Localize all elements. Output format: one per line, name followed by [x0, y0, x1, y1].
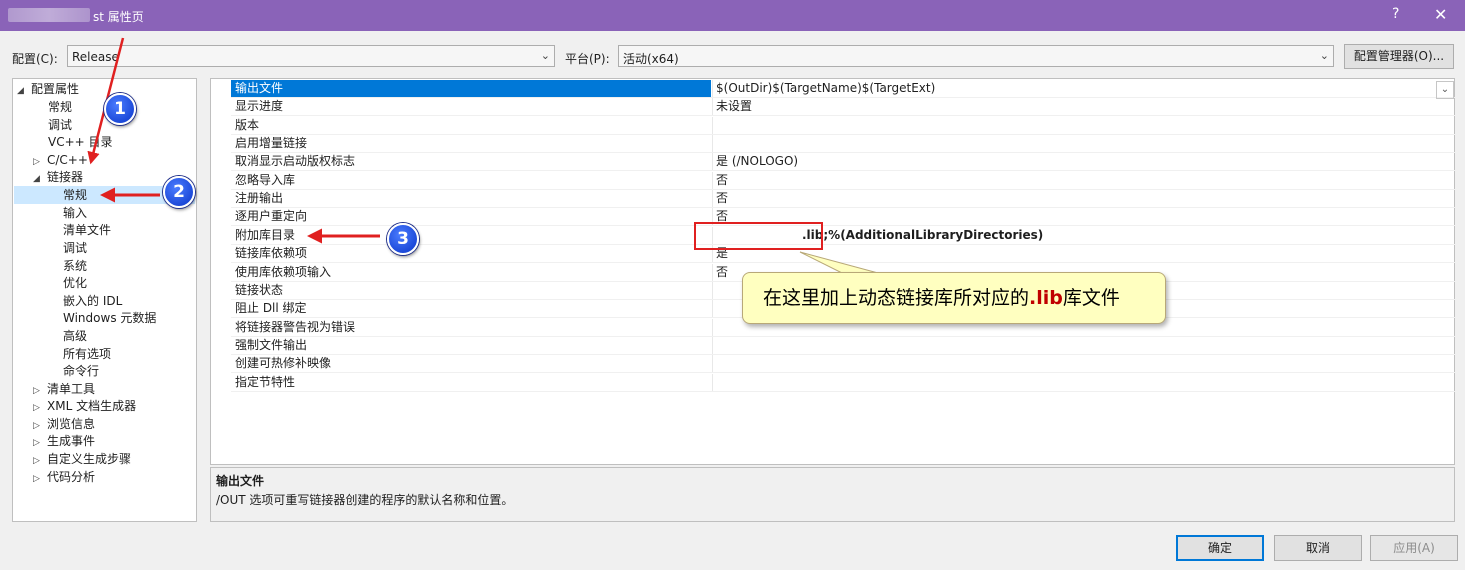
callout-text-end: 库文件 — [1062, 287, 1120, 309]
property-name: 忽略导入库 — [235, 173, 296, 187]
tree-item-linker-debugging[interactable]: 调试 — [63, 239, 87, 257]
property-value[interactable] — [712, 135, 1455, 152]
tree-item-linker-embedded-idl[interactable]: 嵌入的 IDL — [63, 292, 122, 310]
chevron-down-icon: ⌄ — [540, 49, 550, 62]
platform-value: 活动(x64) — [623, 52, 679, 66]
step-1-badge: 1 — [104, 93, 136, 125]
chevron-down-icon[interactable]: ⌄ — [1436, 81, 1454, 99]
callout-text: 在这里加上动态链接库所对应的 — [763, 287, 1030, 309]
property-value[interactable]: 未设置 — [712, 98, 1455, 115]
grid-row-show-progress[interactable]: 显示进度 未设置 — [231, 98, 1455, 116]
property-value[interactable]: 是 — [712, 245, 1455, 262]
property-name: 指定节特性 — [235, 375, 296, 389]
property-name: 启用增量链接 — [235, 136, 308, 150]
property-value[interactable] — [712, 355, 1455, 372]
chevron-down-icon: ⌄ — [1319, 49, 1329, 62]
grid-row-section-attributes[interactable]: 指定节特性 — [231, 374, 1455, 392]
tree-item-manifest-tool[interactable]: ▷ 清单工具 — [33, 380, 95, 398]
property-name: 创建可热修补映像 — [235, 356, 332, 370]
tree-item-linker-windows-metadata[interactable]: Windows 元数据 — [63, 309, 156, 327]
grid-row-register-output[interactable]: 注册输出 否 — [231, 190, 1455, 208]
tree-item-browse-information[interactable]: ▷ 浏览信息 — [33, 415, 95, 433]
highlight-box — [694, 222, 823, 250]
step-3-badge: 3 — [387, 223, 419, 255]
configuration-bar: 配置(C): Release ⌄ 平台(P): 活动(x64) ⌄ 配置管理器(… — [0, 44, 1465, 70]
tree-item-linker-command-line[interactable]: 命令行 — [63, 362, 99, 380]
property-value[interactable] — [712, 374, 1455, 391]
tree-item-linker-system[interactable]: 系统 — [63, 257, 87, 275]
platform-dropdown[interactable]: 活动(x64) ⌄ — [618, 45, 1334, 67]
callout-highlight: .lib — [1029, 287, 1063, 309]
property-value[interactable]: 否 — [712, 208, 1455, 225]
redacted-title-block — [8, 8, 90, 22]
grid-row-output-file[interactable]: 输出文件 $(OutDir)$(TargetName)$(TargetExt) … — [231, 80, 1455, 99]
tree-item-build-events[interactable]: ▷ 生成事件 — [33, 432, 95, 450]
property-name: 阻止 Dll 绑定 — [235, 301, 307, 315]
grid-row-version[interactable]: 版本 — [231, 117, 1455, 135]
description-title: 输出文件 — [216, 474, 265, 488]
tree-item-custom-build-step[interactable]: ▷ 自定义生成步骤 — [33, 450, 131, 468]
tree-item-xml-doc-generator[interactable]: ▷ XML 文档生成器 — [33, 397, 136, 415]
tree-item-general[interactable]: 常规 — [48, 98, 72, 116]
grid-row-force-file-output[interactable]: 强制文件输出 — [231, 337, 1455, 355]
property-name: 输出文件 — [231, 80, 711, 97]
title-bar: st 属性页 ? ✕ — [0, 0, 1465, 31]
config-label: 配置(C): — [12, 52, 58, 66]
tree-item-linker[interactable]: ◢ 链接器 — [33, 168, 83, 186]
property-name: 取消显示启动版权标志 — [235, 154, 356, 168]
property-value[interactable]: 否 — [712, 172, 1455, 189]
grid-row-hotpatchable-image[interactable]: 创建可热修补映像 — [231, 355, 1455, 373]
step-2-badge: 2 — [163, 176, 195, 208]
property-value[interactable] — [712, 337, 1455, 354]
property-name: 使用库依赖项输入 — [235, 265, 332, 279]
close-button[interactable]: ✕ — [1434, 5, 1447, 24]
tree-item-vc-directories[interactable]: VC++ 目录 — [48, 133, 113, 151]
help-button[interactable]: ? — [1392, 6, 1399, 22]
property-name: 强制文件输出 — [235, 338, 308, 352]
tree-item-debugging[interactable]: 调试 — [48, 116, 72, 134]
property-value[interactable]: .lib;%(AdditionalLibraryDirectories) — [712, 227, 1455, 244]
library-directories-value: .lib;%(AdditionalLibraryDirectories) — [802, 228, 1044, 242]
grid-row-incremental-link[interactable]: 启用增量链接 — [231, 135, 1455, 153]
apply-button[interactable]: 应用(A) — [1370, 535, 1458, 561]
collapse-icon[interactable]: ◢ — [17, 82, 31, 100]
grid-row-suppress-banner[interactable]: 取消显示启动版权标志 是 (/NOLOGO) — [231, 153, 1455, 171]
configuration-manager-button[interactable]: 配置管理器(O)... — [1344, 44, 1454, 69]
tree-item-linker-all-options[interactable]: 所有选项 — [63, 345, 111, 363]
tree-item-linker-manifest[interactable]: 清单文件 — [63, 221, 111, 239]
tree-item-c-cpp[interactable]: ▷ C/C++ — [33, 151, 88, 169]
property-name: 显示进度 — [235, 99, 284, 113]
property-value[interactable] — [712, 117, 1455, 134]
property-name: 链接库依赖项 — [235, 246, 308, 260]
tree-item-code-analysis[interactable]: ▷ 代码分析 — [33, 468, 95, 486]
property-name: 将链接器警告视为错误 — [235, 320, 356, 334]
property-tree: ◢ 配置属性 常规 调试 VC++ 目录 ▷ C/C++ ◢ 链接器 常规 输入 清单… — [12, 78, 197, 522]
grid-row-per-user-redirection[interactable]: 逐用户重定向 否 — [231, 208, 1455, 226]
property-value[interactable]: $(OutDir)$(TargetName)$(TargetExt) — [712, 80, 1455, 97]
property-value[interactable]: 是 (/NOLOGO) — [712, 153, 1455, 170]
window-title: st 属性页 — [93, 10, 144, 24]
description-text: /OUT 选项可重写链接器创建的程序的默认名称和位置。 — [216, 493, 514, 507]
callout-note: 在这里加上动态链接库所对应的.lib库文件 — [742, 272, 1166, 324]
tree-item-linker-optimization[interactable]: 优化 — [63, 274, 87, 292]
config-dropdown[interactable]: Release ⌄ — [67, 45, 555, 67]
property-name: 链接状态 — [235, 283, 284, 297]
property-name: 版本 — [235, 118, 260, 132]
property-name: 逐用户重定向 — [235, 209, 308, 223]
expand-icon[interactable]: ▷ — [33, 470, 47, 488]
property-name: 附加库目录 — [235, 228, 296, 242]
property-name: 注册输出 — [235, 191, 284, 205]
property-value[interactable]: 否 — [712, 190, 1455, 207]
config-value: Release — [72, 50, 119, 64]
description-panel: 输出文件 /OUT 选项可重写链接器创建的程序的默认名称和位置。 — [210, 467, 1455, 522]
tree-item-config-properties[interactable]: ◢ 配置属性 — [17, 80, 79, 98]
cancel-button[interactable]: 取消 — [1274, 535, 1362, 561]
tree-item-linker-input[interactable]: 输入 — [63, 204, 87, 222]
tree-item-linker-advanced[interactable]: 高级 — [63, 327, 87, 345]
grid-row-ignore-import-library[interactable]: 忽略导入库 否 — [231, 172, 1455, 190]
platform-label: 平台(P): — [565, 52, 610, 66]
ok-button[interactable]: 确定 — [1176, 535, 1264, 561]
